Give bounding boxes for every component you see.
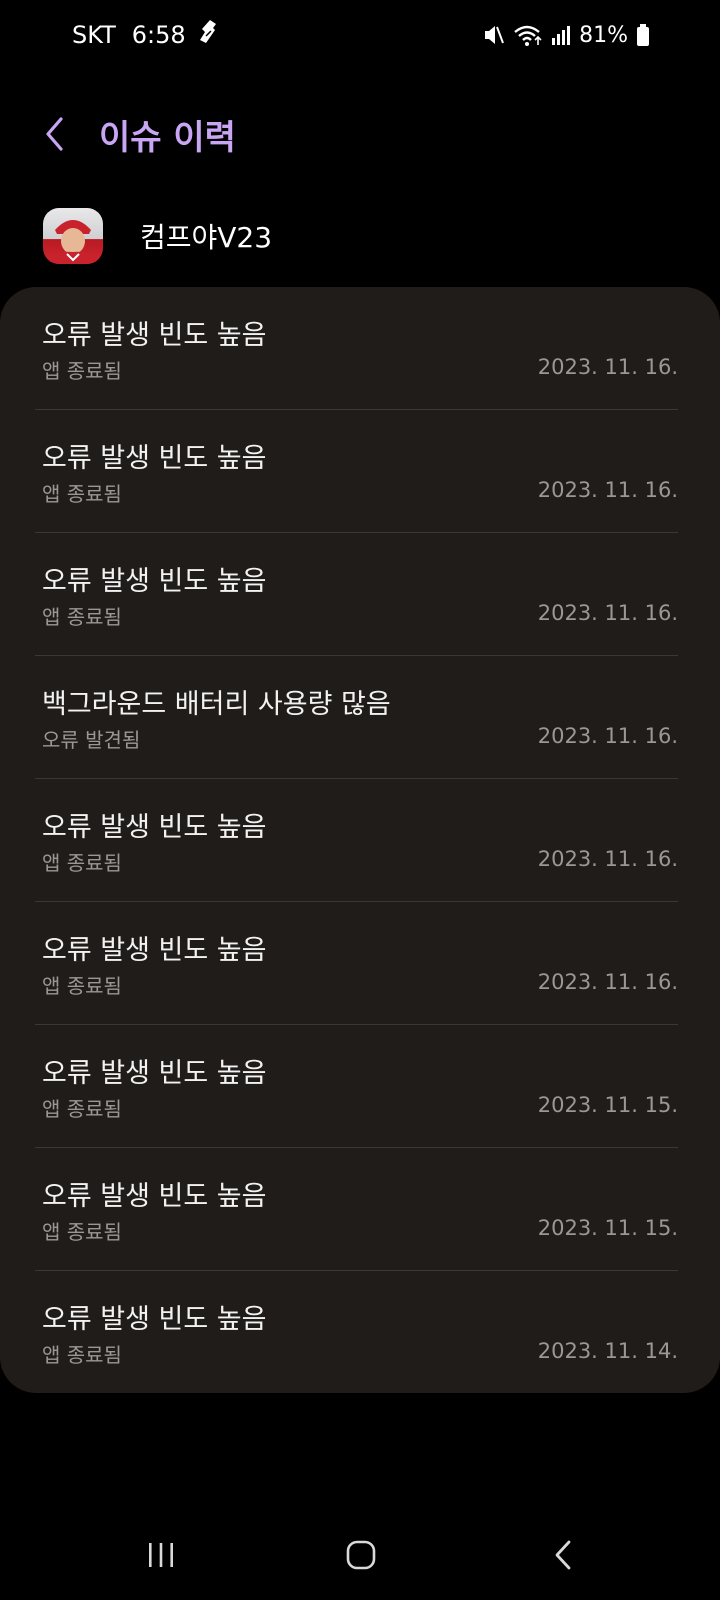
issue-title: 오류 발생 빈도 높음: [42, 935, 267, 966]
status-left: SKT 6:58: [72, 18, 220, 52]
issue-title: 백그라운드 배터리 사용량 많음: [42, 689, 391, 720]
battery-icon: [636, 23, 650, 47]
header: 이슈 이력: [0, 100, 720, 170]
back-arrow-icon: [46, 117, 63, 151]
issue-subtitle: 앱 종료됨: [42, 1097, 122, 1121]
battery-percent: 81%: [579, 22, 628, 48]
issue-subtitle: 앱 종료됨: [42, 482, 122, 506]
status-right: 81%: [475, 18, 650, 52]
issue-subtitle: 앱 종료됨: [42, 1343, 122, 1367]
issue-title: 오류 발생 빈도 높음: [42, 812, 267, 843]
issue-subtitle: 앱 종료됨: [42, 1220, 122, 1244]
app-icon: [43, 208, 103, 264]
issue-date: 2023. 11. 15.: [537, 1093, 678, 1117]
carrier-label: SKT: [72, 21, 116, 49]
issue-subtitle: 앱 종료됨: [42, 851, 122, 875]
list-item[interactable]: 오류 발생 빈도 높음 앱 종료됨 2023. 11. 15.: [35, 1148, 678, 1271]
issue-title: 오류 발생 빈도 높음: [42, 1181, 267, 1212]
back-button[interactable]: [36, 108, 72, 160]
recent-apps-button[interactable]: [116, 1520, 206, 1590]
issue-subtitle: 앱 종료됨: [42, 605, 122, 629]
wifi-icon: [513, 23, 543, 47]
list-item[interactable]: 오류 발생 빈도 높음 앱 종료됨 2023. 11. 15.: [35, 1025, 678, 1148]
list-item[interactable]: 오류 발생 빈도 높음 앱 종료됨 2023. 11. 16.: [35, 287, 678, 410]
list-item[interactable]: 오류 발생 빈도 높음 앱 종료됨 2023. 11. 16.: [35, 779, 678, 902]
navigation-bar: [0, 1520, 720, 1590]
nav-back-icon: [555, 1540, 571, 1570]
issue-date: 2023. 11. 16.: [537, 724, 678, 748]
issue-subtitle: 앱 종료됨: [42, 359, 122, 383]
home-button[interactable]: [316, 1520, 406, 1590]
mute-icon: [483, 23, 505, 47]
app-row: 컴프야V23: [0, 200, 720, 266]
issue-title: 오류 발생 빈도 높음: [42, 1058, 267, 1089]
page-title: 이슈 이력: [99, 118, 236, 158]
app-name: 컴프야V23: [140, 221, 273, 254]
issue-subtitle: 오류 발견됨: [42, 728, 141, 752]
issue-date: 2023. 11. 16.: [537, 847, 678, 871]
issue-date: 2023. 11. 16.: [537, 601, 678, 625]
issue-date: 2023. 11. 16.: [537, 970, 678, 994]
issue-date: 2023. 11. 16.: [537, 355, 678, 379]
issue-title: 오류 발생 빈도 높음: [42, 320, 267, 351]
list-item[interactable]: 오류 발생 빈도 높음 앱 종료됨 2023. 11. 16.: [35, 902, 678, 1025]
signal-icon: [551, 24, 571, 46]
issue-title: 오류 발생 빈도 높음: [42, 566, 267, 597]
list-item[interactable]: 오류 발생 빈도 높음 앱 종료됨 2023. 11. 14.: [35, 1271, 678, 1394]
list-item[interactable]: 백그라운드 배터리 사용량 많음 오류 발견됨 2023. 11. 16.: [35, 656, 678, 779]
list-item[interactable]: 오류 발생 빈도 높음 앱 종료됨 2023. 11. 16.: [35, 533, 678, 656]
issue-title: 오류 발생 빈도 높음: [42, 443, 267, 474]
clock: 6:58: [131, 21, 186, 49]
recent-apps-icon: [149, 1543, 173, 1567]
home-icon: [346, 1540, 376, 1570]
status-bar: SKT 6:58 81%: [0, 0, 720, 70]
issue-date: 2023. 11. 14.: [537, 1339, 678, 1363]
issue-date: 2023. 11. 16.: [537, 478, 678, 502]
issue-list: 오류 발생 빈도 높음 앱 종료됨 2023. 11. 16. 오류 발생 빈도…: [0, 287, 720, 1393]
issue-subtitle: 앱 종료됨: [42, 974, 122, 998]
notification-icon: [196, 18, 220, 52]
issue-date: 2023. 11. 15.: [537, 1216, 678, 1240]
issue-title: 오류 발생 빈도 높음: [42, 1304, 267, 1335]
list-item[interactable]: 오류 발생 빈도 높음 앱 종료됨 2023. 11. 16.: [35, 410, 678, 533]
nav-back-button[interactable]: [518, 1520, 608, 1590]
